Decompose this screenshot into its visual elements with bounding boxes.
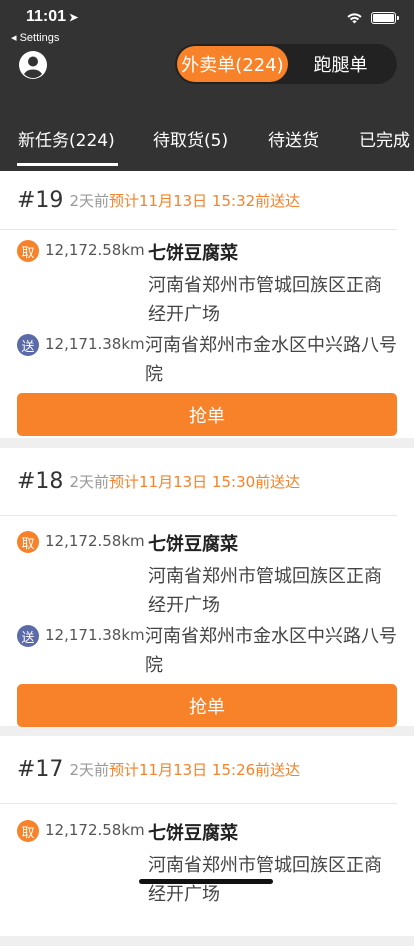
order-age: 2天前	[69, 761, 109, 779]
pickup-address-line: 河南省郑州市管城回族区正商	[148, 855, 382, 876]
app-header: 11:01 ➤ ◂ Settings 外卖单(224) 跑腿单 新任务(224) …	[0, 0, 414, 171]
wifi-icon	[347, 13, 362, 24]
home-indicator[interactable]	[139, 879, 273, 884]
order-eta: 预计11月13日 15:30前送达	[108, 473, 301, 491]
pickup-badge: 取	[17, 820, 39, 842]
tab-new-tasks[interactable]: 新任务(224)	[18, 126, 115, 151]
order-eta: 预计11月13日 15:26前送达	[108, 761, 301, 779]
segment-errand[interactable]: 跑腿单	[288, 46, 393, 82]
order-type-switch: 外卖单(224) 跑腿单	[175, 44, 397, 84]
pickup-distance: 12,172.58km	[45, 532, 145, 550]
user-avatar-icon[interactable]	[18, 50, 48, 80]
order-age: 2天前	[69, 473, 109, 491]
pickup-address-line: 河南省郑州市管城回族区正商	[148, 566, 382, 587]
grab-order-button[interactable]: 抢单	[17, 393, 397, 436]
deliver-address: 河南省郑州市金水区中兴路八号 院	[145, 622, 397, 680]
status-icons	[346, 12, 399, 24]
pickup-address-line: 河南省郑州市管城回族区正商	[148, 275, 382, 296]
deliver-badge: 送	[17, 625, 39, 647]
deliver-distance: 12,171.38km	[45, 626, 145, 644]
deliver-address-line: 院	[145, 655, 163, 676]
deliver-address-line: 河南省郑州市金水区中兴路八号	[145, 335, 397, 356]
pickup-distance: 12,172.58km	[45, 241, 145, 259]
active-tab-indicator	[17, 163, 118, 166]
pickup-badge: 取	[17, 240, 39, 262]
order-number: #18	[17, 469, 64, 494]
location-arrow-icon: ➤	[69, 12, 79, 24]
tab-awaiting-delivery[interactable]: 待送货	[268, 126, 319, 151]
deliver-address: 河南省郑州市金水区中兴路八号 院	[145, 331, 397, 389]
grab-order-button[interactable]: 抢单	[17, 684, 397, 727]
order-list: #19 2天前 预计11月13日 15:32前送达 取 12,172.58km …	[0, 171, 414, 946]
order-number: #17	[17, 757, 64, 782]
shop-name: 七饼豆腐菜	[148, 823, 238, 844]
pickup-address-line: 经开广场	[148, 884, 220, 905]
segment-takeout[interactable]: 外卖单(224)	[177, 46, 288, 82]
shop-name: 七饼豆腐菜	[148, 243, 238, 264]
status-time: 11:01 ➤	[26, 8, 78, 26]
deliver-address-line: 河南省郑州市金水区中兴路八号	[145, 626, 397, 647]
pickup-address-line: 经开广场	[148, 595, 220, 616]
order-header: #19 2天前 预计11月13日 15:32前送达	[0, 171, 397, 230]
order-card: #19 2天前 预计11月13日 15:32前送达 取 12,172.58km …	[0, 171, 414, 438]
tab-awaiting-pickup[interactable]: 待取货(5)	[153, 126, 228, 151]
shop-name: 七饼豆腐菜	[148, 534, 238, 555]
order-card: #17 2天前 预计11月13日 15:26前送达 取 12,172.58km …	[0, 736, 414, 936]
deliver-badge: 送	[17, 334, 39, 356]
pickup-distance: 12,172.58km	[45, 821, 145, 839]
tab-completed[interactable]: 已完成	[359, 126, 410, 151]
order-eta: 预计11月13日 15:32前送达	[108, 191, 301, 210]
order-card: #18 2天前 预计11月13日 15:30前送达 取 12,172.58km …	[0, 448, 414, 727]
task-tabs: 新任务(224) 待取货(5) 待送货 已完成	[0, 112, 414, 171]
status-time-text: 11:01	[26, 8, 67, 25]
deliver-distance: 12,171.38km	[45, 335, 145, 353]
pickup-badge: 取	[17, 531, 39, 553]
order-age: 2天前	[69, 191, 109, 210]
order-header: #18 2天前 预计11月13日 15:30前送达	[0, 448, 397, 516]
order-header: #17 2天前 预计11月13日 15:26前送达	[0, 736, 397, 804]
pickup-address: 河南省郑州市管城回族区正商 经开广场	[148, 562, 382, 620]
deliver-address-line: 院	[145, 364, 163, 385]
pickup-address-line: 经开广场	[148, 304, 220, 325]
order-number: #19	[17, 187, 64, 213]
back-to-settings-link[interactable]: ◂ Settings	[11, 31, 59, 44]
pickup-address: 河南省郑州市管城回族区正商 经开广场	[148, 271, 382, 329]
battery-icon	[371, 12, 399, 24]
